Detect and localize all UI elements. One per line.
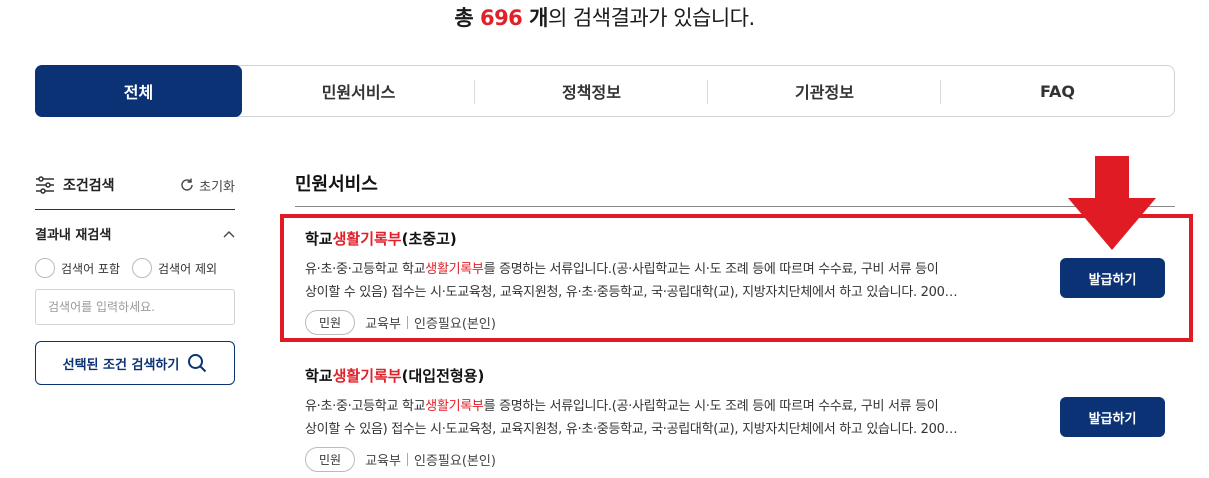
tab-policy[interactable]: 정책정보 (475, 66, 708, 116)
tab-civil-service[interactable]: 민원서비스 (242, 66, 475, 116)
category-badge: 민원 (305, 447, 356, 472)
refine-toggle[interactable]: 결과내 재검색 (35, 224, 235, 243)
include-keyword-radio[interactable]: 검색어 포함 (35, 258, 120, 278)
filter-sidebar: 조건검색 초기화 결과내 재검색 검색어 포함 검색어 제외 선택된 조건 검색… (35, 170, 235, 385)
summary-suffix: 의 검색결과가 있습니다. (547, 6, 755, 30)
result-title[interactable]: 학교생활기록부(대입전형용) (305, 365, 1175, 386)
exclude-keyword-radio[interactable]: 검색어 제외 (132, 258, 217, 278)
highlight-box (280, 214, 1193, 342)
section-title: 민원서비스 (295, 174, 378, 195)
search-icon (188, 354, 207, 373)
auth-label: 인증필요(본인) (413, 454, 496, 469)
section-divider (295, 206, 1175, 207)
summary-unit: 개 (522, 6, 548, 30)
agency-label: 교육부 (365, 454, 401, 469)
result-description: 유·초·중·고등학교 학교생활기록부를 증명하는 서류입니다.(공·사립학교는 … (305, 399, 958, 437)
reset-button[interactable]: 초기화 (179, 176, 235, 195)
issue-button[interactable]: 발급하기 (1060, 397, 1165, 437)
result-item: 학교생활기록부(대입전형용) 유·초·중·고등학교 학교생활기록부를 증명하는 … (305, 365, 1175, 472)
category-tabs: 전체 민원서비스 정책정보 기관정보 FAQ (35, 65, 1175, 117)
sidebar-divider (35, 209, 235, 210)
chevron-up-icon (223, 230, 235, 237)
filter-title: 조건검색 (35, 175, 115, 195)
arrow-down-icon (1068, 156, 1156, 250)
tab-faq[interactable]: FAQ (941, 66, 1174, 116)
result-summary: 총 696 개의 검색결과가 있습니다. (0, 2, 1209, 32)
result-meta: 민원 교육부 인증필요(본인) (305, 447, 1175, 472)
tab-agency[interactable]: 기관정보 (708, 66, 941, 116)
refresh-icon (181, 178, 193, 191)
sliders-icon (36, 176, 54, 194)
condition-search-button[interactable]: 선택된 조건 검색하기 (35, 341, 235, 385)
tab-all[interactable]: 전체 (35, 65, 242, 117)
summary-prefix: 총 (454, 6, 480, 30)
result-count: 696 (479, 6, 523, 30)
refine-search-input[interactable] (35, 289, 235, 325)
